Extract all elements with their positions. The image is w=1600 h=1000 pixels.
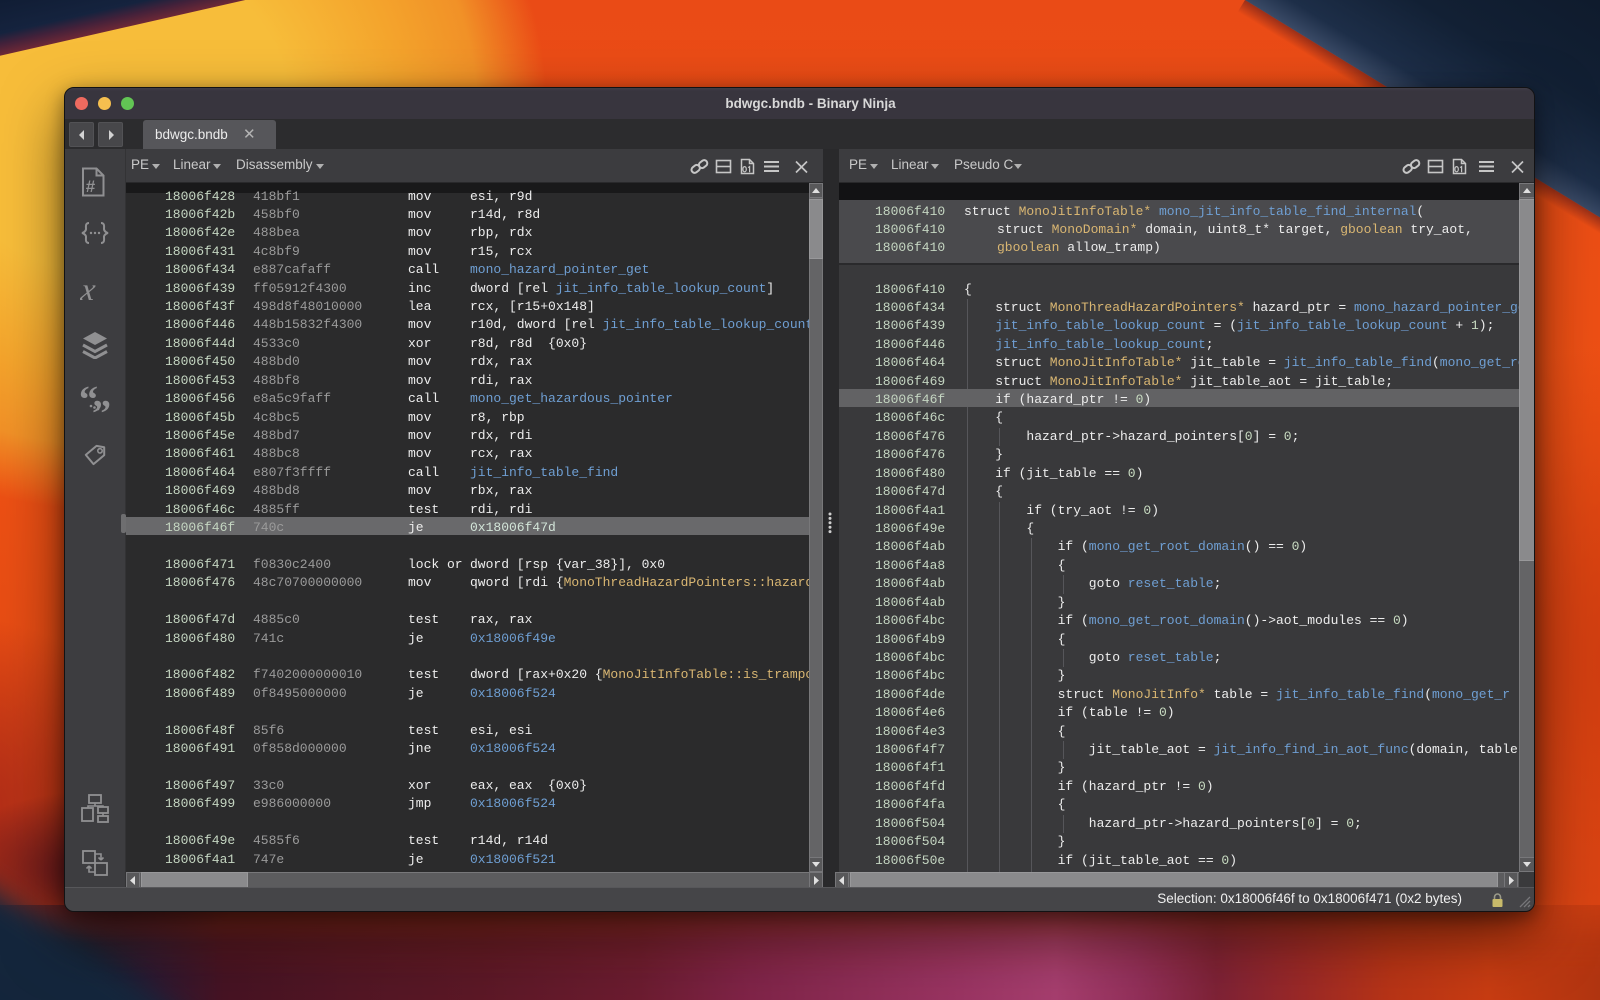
svg-text:#: #: [86, 177, 96, 196]
svg-text:x: x: [80, 276, 99, 306]
svg-text:”: ”: [92, 393, 111, 418]
